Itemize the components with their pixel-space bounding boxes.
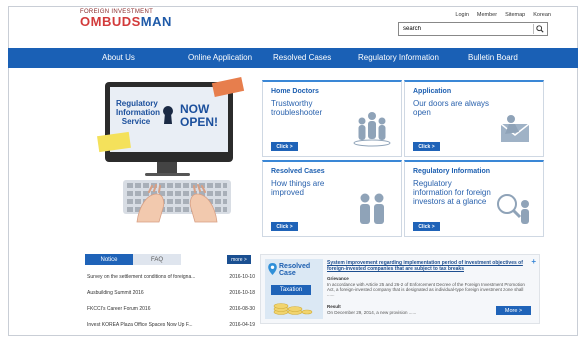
search-icon [535,25,544,33]
nav-online-application[interactable]: Online Application [188,53,252,62]
hero-headline-left: Regulatory Information Service [116,99,160,126]
tab-faq[interactable]: FAQ [133,254,181,265]
logo-title: OMBUDSMAN [80,15,172,28]
resolved-case-label: Resolved Case [279,263,311,277]
list-item[interactable]: FKCCI's Career Forum 2016 2016-08-30 [87,301,255,317]
notice-date: 2016-10-10 [229,274,255,280]
tab-notice[interactable]: Notice [85,254,133,265]
notice-more-button[interactable]: more > [227,255,251,264]
sticky-note-orange [211,77,245,97]
notice-title[interactable]: Ausbuilding Summit 2016 [87,290,215,296]
card-title: Resolved Cases [271,168,325,175]
search-button[interactable] [533,24,545,34]
keyhole-icon [163,106,173,124]
member-link[interactable]: Member [477,12,497,18]
grievance-text: In accordance with Article 25 and 26-2 o… [327,282,525,297]
hero-banner[interactable]: Regulatory Information Service NOW OPEN! [85,72,260,244]
logo-title-part-a: OMBUDS [80,14,141,29]
notice-tabs: Notice FAQ [85,254,181,265]
notice-list: Survey on the settlement conditions of f… [87,269,255,333]
card-click-button[interactable]: Click > [271,142,298,151]
grievance-label: Grievance [327,276,349,281]
mail-envelope-icon [500,115,530,142]
nav-bulletin-board[interactable]: Bulletin Board [468,53,518,62]
main-nav: About Us Online Application Resolved Cas… [8,48,578,68]
card-click-button[interactable]: Click > [271,222,298,231]
site-logo[interactable]: FOREIGN INVESTMENT OMBUDSMAN [80,9,172,28]
search-input[interactable] [399,26,519,32]
card-description: Regulatory information for foreign inves… [413,179,491,206]
resolved-more-button[interactable]: More > [496,306,531,315]
list-item[interactable]: Invest KOREA Plaza Office Spaces Now Up … [87,317,255,333]
card-home-doctors[interactable]: Home Doctors Trustworthy troubleshooter … [262,80,402,157]
expand-plus-icon[interactable]: + [531,257,536,266]
korean-link[interactable]: Korean [533,12,551,18]
people-group-icon [353,112,391,147]
card-description: How things are improved [271,179,325,197]
nav-regulatory-information[interactable]: Regulatory Information [358,53,439,62]
resolved-case-panel: Resolved Case Taxation + System improvem… [260,254,540,324]
hero-headline-right: NOW OPEN! [180,102,219,129]
nav-resolved-cases[interactable]: Resolved Cases [273,53,331,62]
result-text: On December 29, 2014, a new provision ..… [327,310,417,315]
search-box [398,22,548,36]
notice-title[interactable]: Invest KOREA Plaza Office Spaces Now Up … [87,322,215,328]
taxation-badge: Taxation [271,285,311,295]
monitor-base [145,173,190,176]
resolved-case-title[interactable]: System improvement regarding implementat… [327,260,527,272]
list-item[interactable]: Ausbuilding Summit 2016 2016-10-18 [87,285,255,301]
card-description: Trustworthy troubleshooter [271,99,323,117]
sitemap-link[interactable]: Sitemap [505,12,525,18]
card-title: Regulatory Information [413,168,491,175]
coins-icon [273,303,313,315]
card-description: Our doors are always open [413,99,490,117]
card-regulatory-information[interactable]: Regulatory Information Regulatory inform… [404,160,544,237]
utility-links: Login Member Sitemap Korean [455,12,551,18]
card-click-button[interactable]: Click > [413,142,440,151]
hands-illustration [136,184,218,223]
notice-title[interactable]: FKCCI's Career Forum 2016 [87,306,215,312]
card-application[interactable]: Application Our doors are always open Cl… [404,80,544,157]
resolved-case-header: Resolved Case Taxation [265,259,323,319]
card-click-button[interactable]: Click > [413,222,440,231]
login-link[interactable]: Login [455,12,468,18]
logo-title-part-b: MAN [140,14,172,29]
card-title: Application [413,88,452,95]
map-pin-icon [268,263,277,275]
notice-date: 2016-10-18 [229,290,255,296]
list-item[interactable]: Survey on the settlement conditions of f… [87,269,255,285]
notice-title[interactable]: Survey on the settlement conditions of f… [87,274,215,280]
notice-date: 2016-08-30 [229,306,255,312]
people-handshake-icon [360,193,384,224]
magnifier-person-icon [497,194,529,224]
card-resolved-cases[interactable]: Resolved Cases How things are improved C… [262,160,402,237]
result-label: Result [327,304,341,309]
card-title: Home Doctors [271,88,319,95]
nav-about-us[interactable]: About Us [102,53,135,62]
notice-date: 2016-04-19 [229,322,255,328]
